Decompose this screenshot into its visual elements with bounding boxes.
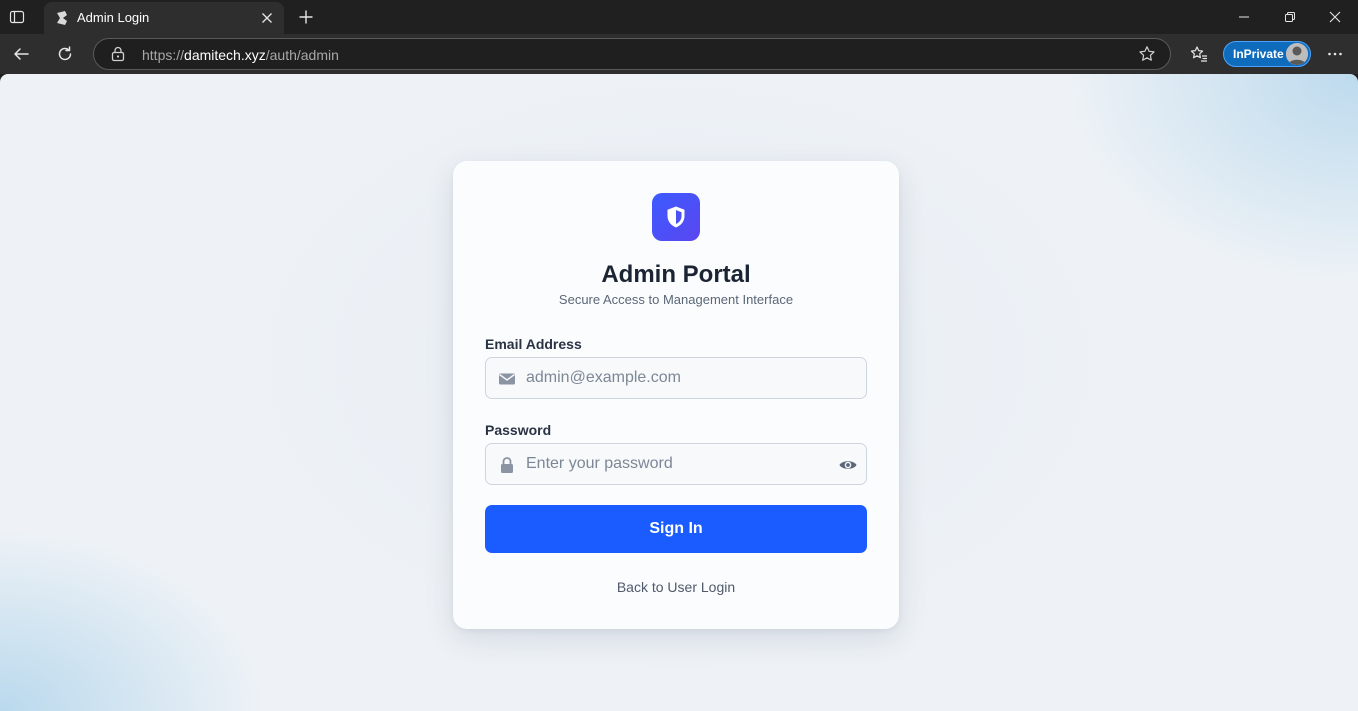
email-field[interactable] xyxy=(526,358,826,398)
back-to-user-login-link[interactable]: Back to User Login xyxy=(453,579,899,595)
eye-icon[interactable] xyxy=(838,455,858,475)
close-tab-icon[interactable] xyxy=(258,9,276,27)
page-subtitle: Secure Access to Management Interface xyxy=(558,292,794,307)
password-field[interactable] xyxy=(526,444,826,484)
sign-in-button[interactable]: Sign In xyxy=(485,505,867,553)
profile-avatar xyxy=(1286,43,1308,65)
inprivate-label: InPrivate xyxy=(1233,47,1284,61)
favorites-icon[interactable] xyxy=(1183,38,1215,70)
envelope-icon xyxy=(498,370,516,388)
login-card: Admin Portal Secure Access to Management… xyxy=(453,161,899,629)
minimize-window-icon[interactable] xyxy=(1221,0,1267,34)
close-window-icon[interactable] xyxy=(1312,0,1358,34)
new-tab-icon[interactable] xyxy=(293,4,319,30)
browser-toolbar: https://damitech.xyz/auth/admin InPrivat… xyxy=(0,34,1358,74)
shield-icon xyxy=(652,193,700,241)
email-field-wrapper[interactable] xyxy=(485,357,867,399)
url-text: https://damitech.xyz/auth/admin xyxy=(142,47,339,63)
back-arrow-icon[interactable] xyxy=(5,38,37,70)
browser-tab-strip: Admin Login xyxy=(0,0,1358,34)
address-bar[interactable]: https://damitech.xyz/auth/admin xyxy=(93,38,1171,70)
page-favicon-icon xyxy=(54,10,70,26)
tab-title: Admin Login xyxy=(77,10,150,25)
url-host: damitech.xyz xyxy=(184,47,266,63)
password-label: Password xyxy=(485,422,552,438)
inprivate-badge[interactable]: InPrivate xyxy=(1223,41,1311,67)
favorite-star-icon[interactable] xyxy=(1138,45,1156,63)
browser-tab-active[interactable]: Admin Login xyxy=(44,2,284,34)
url-path: /auth/admin xyxy=(265,47,339,63)
site-lock-icon[interactable] xyxy=(110,46,126,62)
email-label: Email Address xyxy=(485,336,582,352)
password-field-wrapper[interactable] xyxy=(485,443,867,485)
page-title: Admin Portal xyxy=(601,261,751,288)
lock-icon xyxy=(498,456,516,474)
restore-window-icon[interactable] xyxy=(1267,0,1313,34)
more-options-icon[interactable] xyxy=(1319,38,1351,70)
tab-actions-icon[interactable] xyxy=(4,4,30,30)
url-scheme: https:// xyxy=(142,47,185,63)
refresh-icon[interactable] xyxy=(49,38,81,70)
page-viewport: Admin Portal Secure Access to Management… xyxy=(0,74,1358,711)
